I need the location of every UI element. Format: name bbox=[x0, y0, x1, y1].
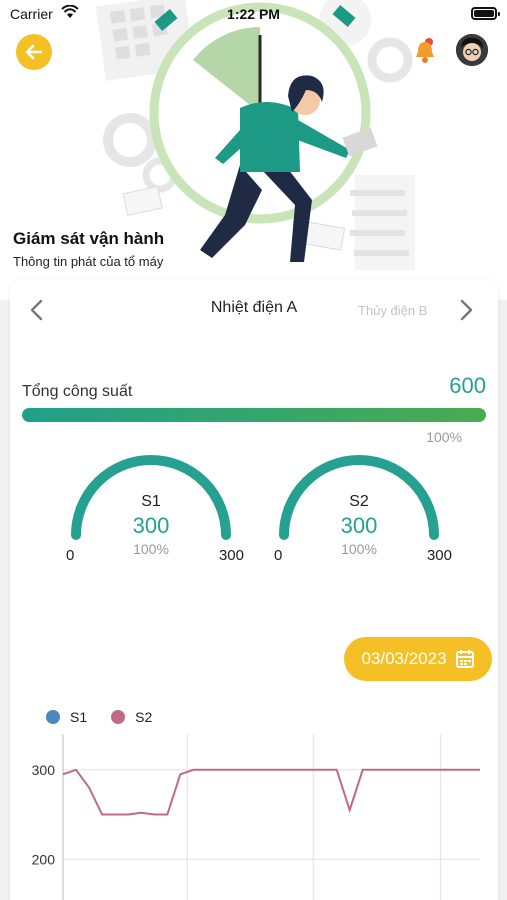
total-power-percent: 100% bbox=[426, 429, 462, 445]
gauge-s2: S2 300 100% 0 300 bbox=[274, 455, 452, 565]
page-title: Giám sát vận hành bbox=[13, 229, 165, 248]
total-power-value: 600 bbox=[449, 373, 486, 398]
gauge-s2-percent: 100% bbox=[341, 541, 377, 557]
chart-legend: S1 S2 bbox=[46, 709, 166, 725]
gauge-s1-name: S1 bbox=[141, 493, 161, 510]
series-line-s2 bbox=[62, 768, 480, 816]
arrow-left-icon bbox=[25, 44, 43, 60]
back-button[interactable] bbox=[16, 34, 52, 70]
selected-date: 03/03/2023 bbox=[361, 649, 447, 668]
legend-label-s2: S2 bbox=[135, 709, 153, 725]
calendar-icon bbox=[455, 650, 474, 668]
gauge-s1-max: 300 bbox=[218, 547, 244, 564]
gauge-s1-value: 300 bbox=[132, 513, 170, 538]
legend-item-s2[interactable]: S2 bbox=[111, 709, 152, 725]
legend-dot-s1 bbox=[46, 710, 60, 724]
user-avatar-icon bbox=[456, 34, 488, 66]
status-time: 1:22 PM bbox=[227, 6, 280, 22]
gauge-s1-percent: 100% bbox=[133, 541, 169, 557]
total-power-progress bbox=[22, 408, 486, 422]
gauge-s2-value: 300 bbox=[340, 513, 378, 538]
gauge-s2-name: S2 bbox=[349, 493, 369, 510]
chevron-right-icon[interactable] bbox=[456, 298, 476, 322]
y-tick-label-300: 300 bbox=[32, 762, 56, 778]
gauge-s2-min: 0 bbox=[274, 547, 283, 564]
power-line-chart: 300 200 bbox=[32, 734, 480, 900]
gauge-s1-min: 0 bbox=[66, 547, 75, 564]
battery-icon bbox=[471, 7, 500, 20]
gauge-s1: S1 300 100% 0 300 bbox=[66, 455, 244, 565]
tab-next-plant[interactable]: Thủy điện B bbox=[358, 303, 427, 318]
legend-item-s1[interactable]: S1 bbox=[46, 709, 87, 725]
total-power-label: Tổng công suất bbox=[22, 383, 133, 400]
bell-icon[interactable] bbox=[413, 38, 437, 64]
hero-header: Carrier 1:22 PM Giám sát vận hành Thông … bbox=[0, 0, 507, 300]
legend-dot-s2 bbox=[111, 710, 126, 724]
date-picker-button[interactable]: 03/03/2023 bbox=[344, 637, 492, 681]
legend-label-s1: S1 bbox=[70, 709, 88, 725]
monitoring-card: Nhiệt điện A Thủy điện B Tổng công suất … bbox=[10, 279, 498, 900]
total-power-progress-fill bbox=[22, 408, 486, 422]
gauge-s2-max: 300 bbox=[426, 547, 452, 564]
avatar[interactable] bbox=[456, 34, 488, 66]
y-tick-label-200: 200 bbox=[32, 851, 56, 867]
page-subtitle: Thông tin phát của tổ máy bbox=[13, 254, 164, 269]
status-bar: Carrier 1:22 PM bbox=[0, 0, 507, 28]
